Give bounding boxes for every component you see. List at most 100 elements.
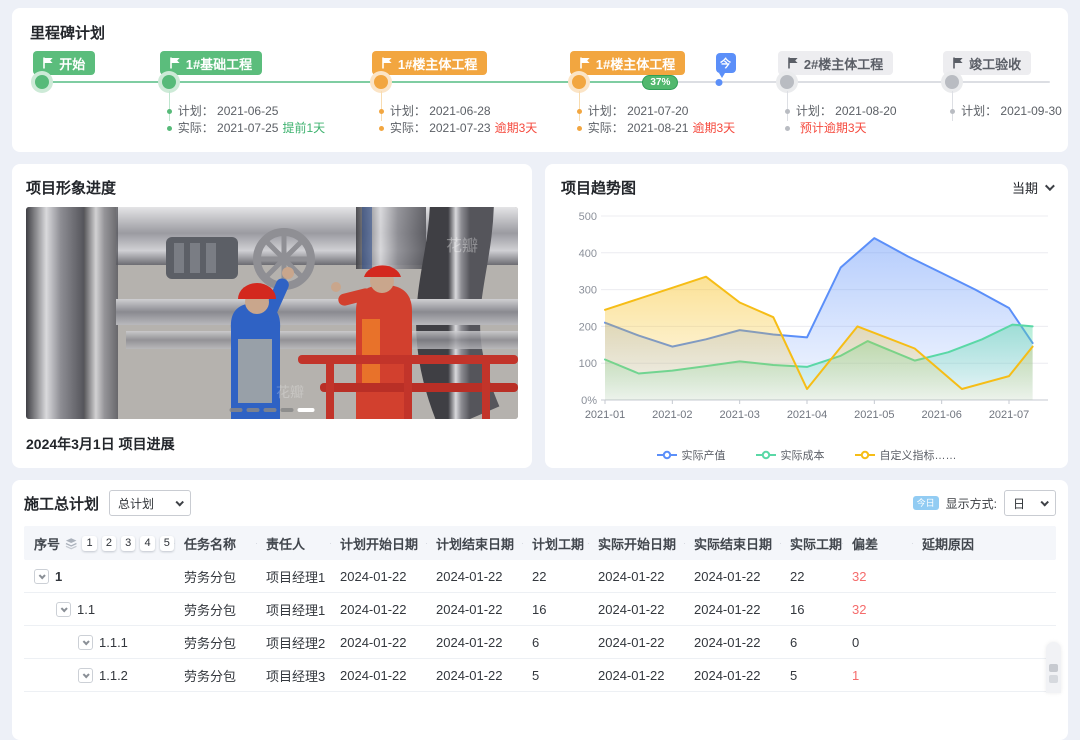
carousel-dash[interactable] bbox=[230, 408, 243, 412]
svg-text:2021-05: 2021-05 bbox=[854, 409, 894, 421]
column-header: 实际工期 bbox=[780, 534, 842, 553]
legend-label: 自定义指标…… bbox=[880, 447, 957, 463]
milestone-label: 1#基础工程 bbox=[160, 51, 262, 75]
carousel-dash[interactable] bbox=[247, 408, 260, 412]
legend-label: 实际产值 bbox=[682, 447, 726, 463]
milestone-label: 开始 bbox=[33, 51, 95, 75]
scrollbar-thumb[interactable] bbox=[1049, 675, 1058, 683]
site-photo-carousel[interactable]: 花瓣 花瓣 bbox=[26, 207, 518, 419]
display-mode-select[interactable]: 日 bbox=[1004, 490, 1056, 516]
level-button-5[interactable]: 5 bbox=[160, 536, 174, 551]
flag-icon bbox=[788, 57, 799, 69]
table-row[interactable]: 1.1.1 劳务分包 项目经理2 2024-01-22 2024-01-22 6… bbox=[24, 626, 1056, 659]
milestone-label: 1#楼主体工程 bbox=[570, 51, 685, 75]
plan-start: 2024-01-22 bbox=[330, 569, 426, 584]
carousel-dash[interactable] bbox=[281, 408, 294, 412]
column-header: 计划工期 bbox=[522, 534, 588, 553]
chevron-down-icon bbox=[83, 638, 90, 645]
expand-toggle[interactable] bbox=[34, 569, 49, 584]
column-header: 任务名称 bbox=[174, 534, 256, 553]
task-id-cell: 1.1.2 bbox=[24, 668, 174, 683]
task-owner: 项目经理3 bbox=[256, 666, 330, 685]
plan-start: 2024-01-22 bbox=[330, 602, 426, 617]
svg-text:2021-03: 2021-03 bbox=[719, 409, 759, 421]
flag-icon bbox=[170, 57, 181, 69]
milestone-dot bbox=[35, 75, 49, 89]
plan-start: 2024-01-22 bbox=[330, 668, 426, 683]
today-badge[interactable]: 今日 bbox=[913, 496, 939, 510]
table-scrollbar[interactable] bbox=[1046, 642, 1061, 693]
plan-select-value: 总计划 bbox=[118, 495, 154, 512]
actual-days: 22 bbox=[780, 569, 842, 584]
svg-text:花瓣: 花瓣 bbox=[276, 384, 304, 400]
milestone-date: 计划： 2021-08-20 bbox=[785, 103, 897, 120]
timeline-line-done bbox=[42, 81, 660, 83]
plan-end: 2024-01-22 bbox=[426, 635, 522, 650]
actual-days: 6 bbox=[780, 635, 842, 650]
plan-select[interactable]: 总计划 bbox=[109, 490, 191, 516]
milestone-date: 计划： 2021-07-20 bbox=[577, 103, 735, 120]
carousel-dash[interactable] bbox=[264, 408, 277, 412]
plan-days: 16 bbox=[522, 602, 588, 617]
deviation: 1 bbox=[842, 668, 912, 683]
milestone-label: 2#楼主体工程 bbox=[778, 51, 893, 75]
actual-end: 2024-01-22 bbox=[684, 635, 780, 650]
plan-end: 2024-01-22 bbox=[426, 569, 522, 584]
svg-text:100: 100 bbox=[579, 358, 597, 370]
chevron-down-icon bbox=[61, 605, 68, 612]
svg-text:2021-01: 2021-01 bbox=[585, 409, 625, 421]
level-button-4[interactable]: 4 bbox=[140, 536, 154, 551]
deviation: 32 bbox=[842, 602, 912, 617]
today-bubble: 今 bbox=[716, 53, 736, 73]
project-progress-card: 项目形象进度 bbox=[12, 164, 532, 468]
task-id: 1.1.1 bbox=[99, 635, 128, 650]
progress-badge: 37% bbox=[642, 75, 678, 90]
actual-end: 2024-01-22 bbox=[684, 569, 780, 584]
expand-toggle[interactable] bbox=[56, 602, 71, 617]
legend-item[interactable]: 实际产值 bbox=[657, 447, 726, 463]
column-header: 延期原因 bbox=[912, 534, 1056, 553]
milestone-plan-title: 里程碑计划 bbox=[12, 8, 1068, 43]
carousel-dash[interactable] bbox=[298, 408, 315, 412]
period-select[interactable]: 当期 bbox=[1012, 178, 1052, 197]
milestone-label: 1#楼主体工程 bbox=[372, 51, 487, 75]
task-id-cell: 1.1 bbox=[24, 602, 174, 617]
milestone-plan-card: 里程碑计划 开始 1#基础工程 计划： 2021-06-25实际： 2021-0… bbox=[12, 8, 1068, 152]
legend-marker-icon bbox=[756, 450, 776, 460]
milestone-timeline: 开始 1#基础工程 计划： 2021-06-25实际： 2021-07-25提前… bbox=[30, 43, 1050, 143]
task-name: 劳务分包 bbox=[174, 633, 256, 652]
task-id-cell: 1.1.1 bbox=[24, 635, 174, 650]
chevron-down-icon bbox=[39, 572, 46, 579]
expand-toggle[interactable] bbox=[78, 635, 93, 650]
chevron-down-icon bbox=[1040, 498, 1048, 506]
actual-start: 2024-01-22 bbox=[588, 668, 684, 683]
milestone-date: 实际： 2021-07-25提前1天 bbox=[167, 120, 325, 137]
column-header: 责任人 bbox=[256, 534, 330, 553]
level-button-1[interactable]: 1 bbox=[82, 536, 96, 551]
legend-item[interactable]: 自定义指标…… bbox=[855, 447, 957, 463]
table-row[interactable]: 1.1.2 劳务分包 项目经理3 2024-01-22 2024-01-22 5… bbox=[24, 659, 1056, 692]
scrollbar-thumb[interactable] bbox=[1049, 664, 1058, 672]
milestone-date: 计划： 2021-09-30 bbox=[950, 103, 1062, 120]
expand-toggle[interactable] bbox=[78, 668, 93, 683]
level-button-2[interactable]: 2 bbox=[102, 536, 116, 551]
actual-end: 2024-01-22 bbox=[684, 602, 780, 617]
svg-text:2021-07: 2021-07 bbox=[989, 409, 1029, 421]
task-owner: 项目经理2 bbox=[256, 633, 330, 652]
actual-days: 16 bbox=[780, 602, 842, 617]
level-button-3[interactable]: 3 bbox=[121, 536, 135, 551]
task-name: 劳务分包 bbox=[174, 567, 256, 586]
construction-plan-title: 施工总计划 bbox=[24, 493, 99, 514]
column-header: 实际结束日期 bbox=[684, 534, 780, 553]
plan-start: 2024-01-22 bbox=[330, 635, 426, 650]
carousel-dots[interactable] bbox=[230, 408, 315, 412]
task-name: 劳务分包 bbox=[174, 600, 256, 619]
svg-text:2021-02: 2021-02 bbox=[652, 409, 692, 421]
deviation: 32 bbox=[842, 569, 912, 584]
svg-text:200: 200 bbox=[579, 321, 597, 333]
table-row[interactable]: 1 劳务分包 项目经理1 2024-01-22 2024-01-22 22 20… bbox=[24, 560, 1056, 593]
table-row[interactable]: 1.1 劳务分包 项目经理1 2024-01-22 2024-01-22 16 … bbox=[24, 593, 1056, 626]
legend-label: 实际成本 bbox=[781, 447, 825, 463]
legend-item[interactable]: 实际成本 bbox=[756, 447, 825, 463]
today-dot bbox=[715, 79, 722, 86]
